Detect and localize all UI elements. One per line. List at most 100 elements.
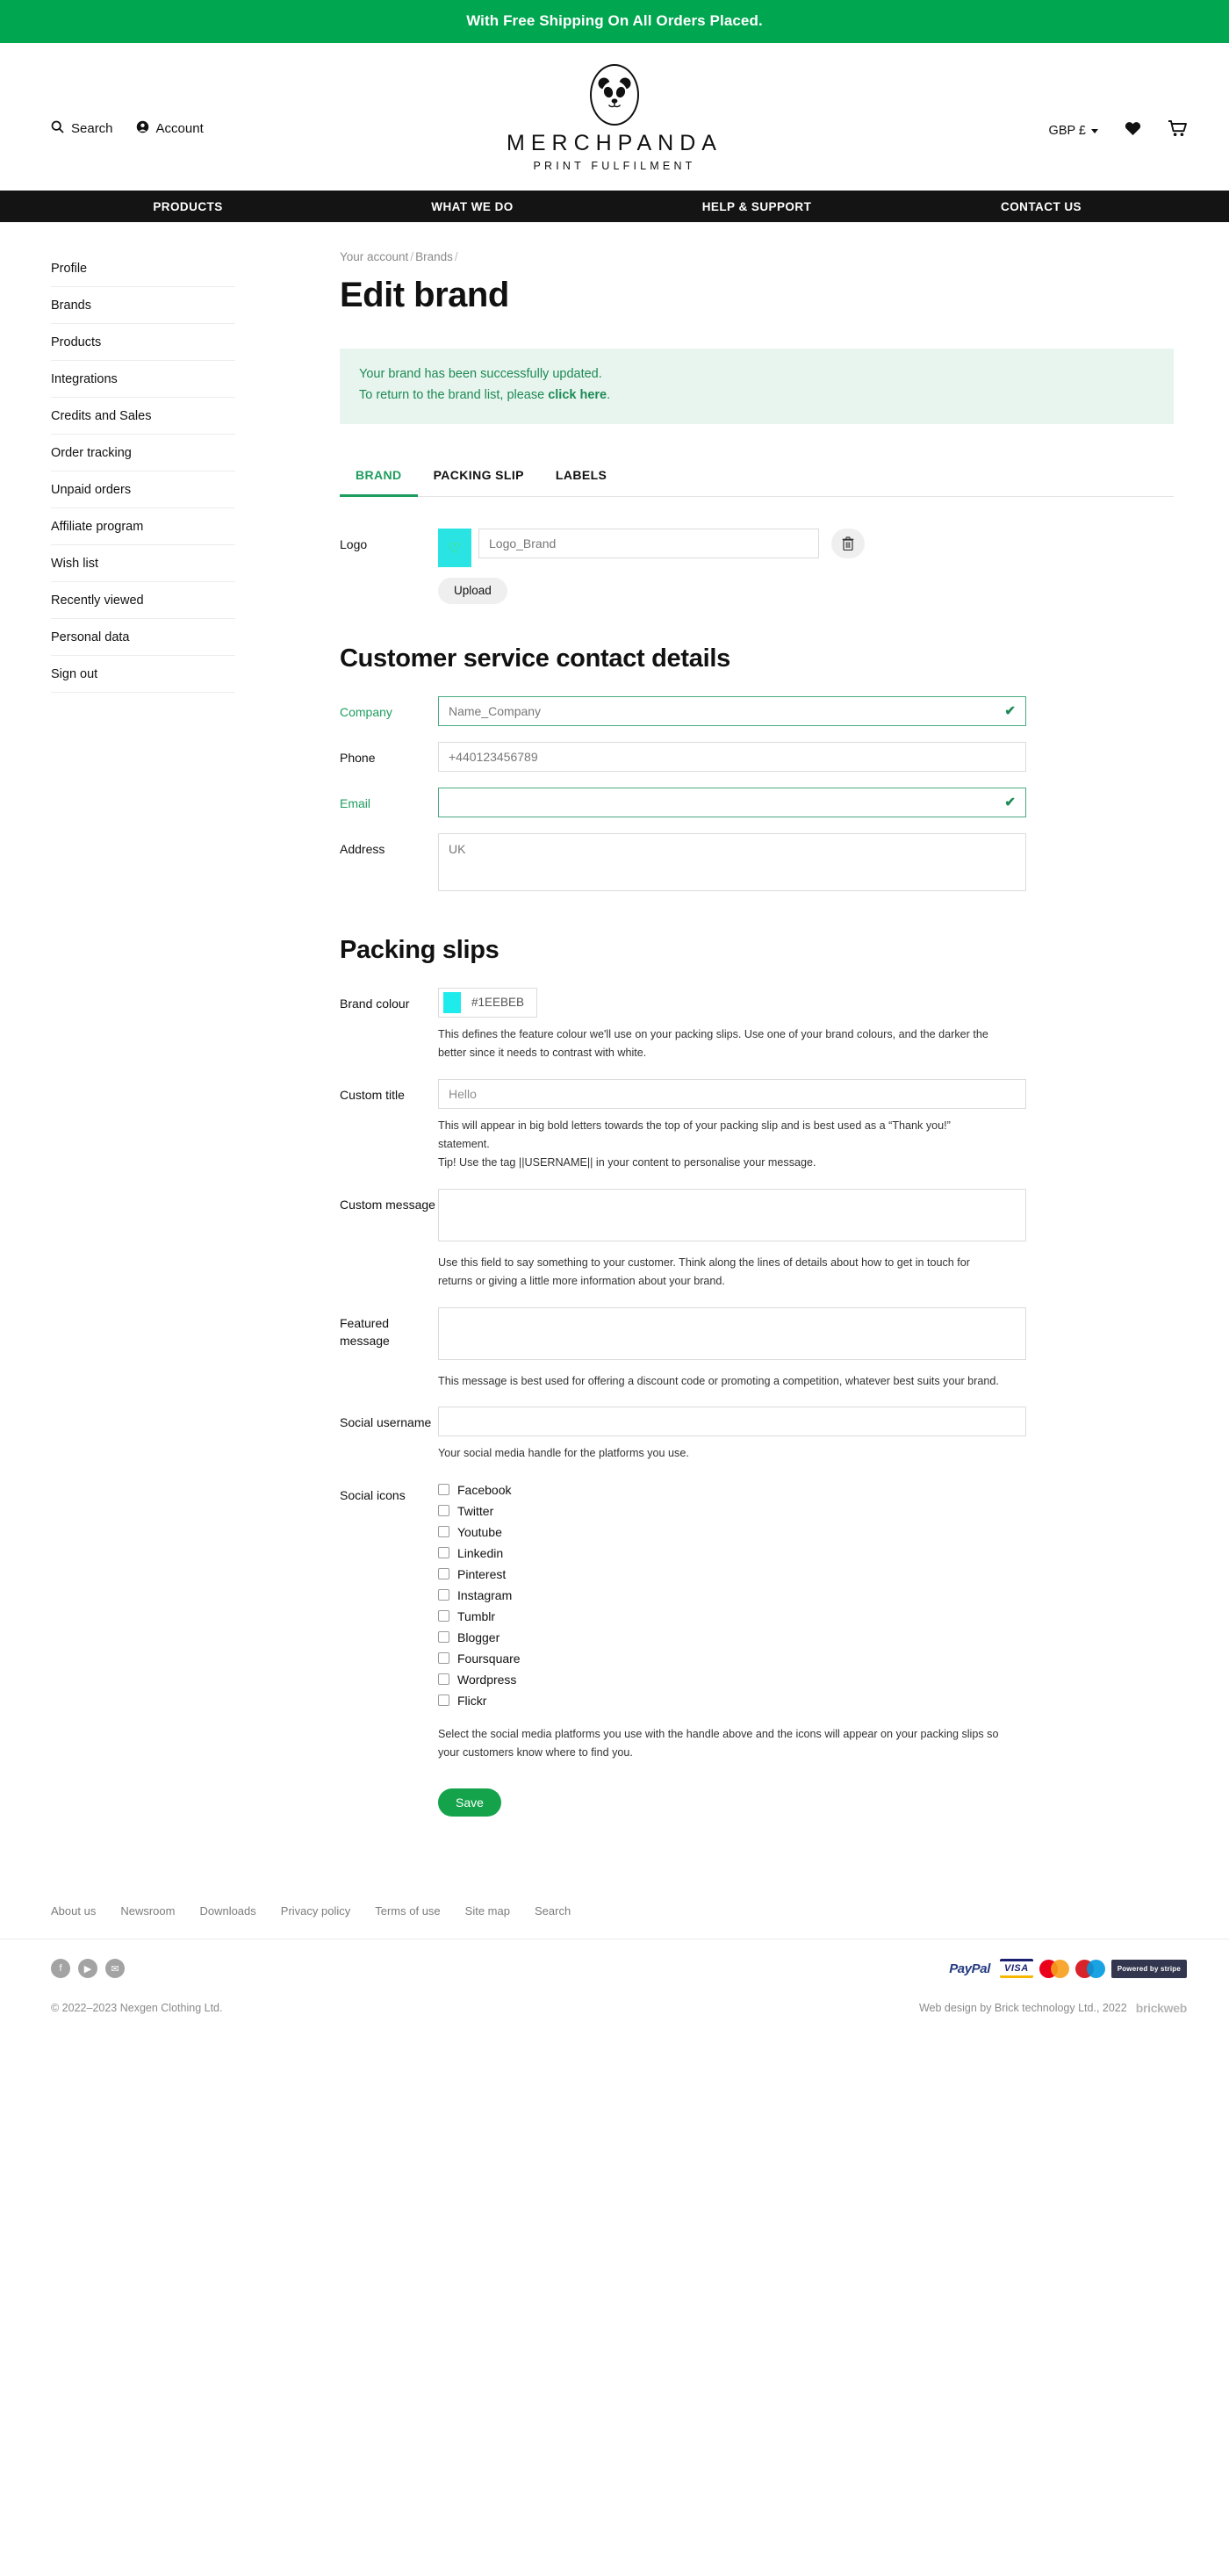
address-textarea[interactable]: UK (438, 832, 1026, 891)
checkbox-label: Linkedin (457, 1545, 504, 1560)
save-button[interactable]: Save (438, 1788, 501, 1817)
contact-section-heading: Customer service contact details (340, 644, 730, 673)
custom-message-textarea[interactable] (438, 1188, 1026, 1241)
checkbox-pinterest[interactable]: Pinterest (438, 1564, 1026, 1585)
search-button[interactable]: Search (51, 120, 113, 137)
phone-label: Phone (340, 750, 376, 765)
custom-title-label: Custom title (340, 1087, 405, 1102)
checkbox-box[interactable] (438, 1673, 449, 1685)
checkbox-box[interactable] (438, 1484, 449, 1495)
search-icon (51, 120, 64, 137)
sidebar-item-wish-list[interactable]: Wish list (51, 545, 235, 582)
cart-button[interactable] (1168, 120, 1187, 141)
checkbox-linkedin[interactable]: Linkedin (438, 1543, 1026, 1564)
logo-filename-input[interactable] (478, 528, 819, 558)
checkbox-box[interactable] (438, 1695, 449, 1706)
featured-message-textarea[interactable] (438, 1306, 1026, 1360)
checkbox-label: Foursquare (457, 1651, 521, 1666)
checkbox-wordpress[interactable]: Wordpress (438, 1669, 1026, 1690)
tab-brand[interactable]: BRAND (340, 459, 418, 497)
company-input[interactable] (438, 695, 1026, 726)
wishlist-button[interactable] (1125, 121, 1141, 140)
footer-link-site-map[interactable]: Site map (465, 1904, 510, 1918)
sidebar-item-affiliate-program[interactable]: Affiliate program (51, 508, 235, 545)
alert-click-here-link[interactable]: click here (548, 388, 607, 402)
logo-preview-thumbnail: ♡ (438, 528, 471, 567)
heart-outline-icon: ♡ (448, 541, 462, 557)
checkbox-label: Facebook (457, 1482, 512, 1497)
sidebar-item-brands[interactable]: Brands (51, 287, 235, 324)
checkbox-facebook[interactable]: Facebook (438, 1479, 1026, 1500)
success-alert: Your brand has been successfully updated… (340, 349, 1174, 424)
visa-logo: VISA (1000, 1959, 1033, 1979)
checkbox-box[interactable] (438, 1631, 449, 1643)
sidebar-item-products[interactable]: Products (51, 324, 235, 361)
sidebar-item-order-tracking[interactable]: Order tracking (51, 435, 235, 471)
featured-message-help: This message is best used for offering a… (438, 1374, 999, 1387)
facebook-icon[interactable]: f (51, 1959, 70, 1979)
nav-item-what-we-do[interactable]: WHAT WE DO (330, 191, 614, 222)
checkbox-blogger[interactable]: Blogger (438, 1627, 1026, 1648)
checkbox-label: Youtube (457, 1524, 502, 1539)
stripe-logo: Powered by stripe (1110, 1959, 1187, 1978)
nav-item-contact-us[interactable]: CONTACT US (899, 191, 1183, 222)
colour-swatch (443, 991, 461, 1013)
footer-link-terms-of-use[interactable]: Terms of use (375, 1904, 440, 1918)
checkbox-twitter[interactable]: Twitter (438, 1500, 1026, 1522)
alert-line-2-prefix: To return to the brand list, please (359, 387, 549, 402)
custom-title-input[interactable] (438, 1078, 1026, 1109)
account-button[interactable]: Account (136, 120, 204, 137)
checkbox-box[interactable] (438, 1568, 449, 1579)
checkbox-label: Pinterest (457, 1566, 507, 1581)
credit-text: Web design by Brick technology Ltd., 202… (918, 2002, 1127, 2015)
nav-item-products[interactable]: PRODUCTS (46, 191, 330, 222)
sidebar-item-recently-viewed[interactable]: Recently viewed (51, 582, 235, 619)
brand-colour-row: Brand colour #1EEBEB This defines the fe… (340, 987, 1176, 1063)
delete-logo-button[interactable] (831, 528, 865, 558)
brand-colour-picker[interactable]: #1EEBEB (438, 987, 538, 1018)
currency-selector[interactable]: GBP £ (1049, 124, 1098, 138)
tab-labels[interactable]: LABELS (540, 459, 622, 497)
checkbox-youtube[interactable]: Youtube (438, 1522, 1026, 1543)
sidebar-item-sign-out[interactable]: Sign out (51, 656, 235, 693)
site-logo[interactable]: MERCHPANDA PRINT FULFILMENT (430, 64, 799, 172)
checkbox-box[interactable] (438, 1610, 449, 1622)
sidebar-item-profile[interactable]: Profile (51, 250, 235, 287)
sidebar-item-personal-data[interactable]: Personal data (51, 619, 235, 656)
checkbox-box[interactable] (438, 1505, 449, 1516)
email-input[interactable] (438, 787, 1026, 817)
breadcrumb-your-account[interactable]: Your account (340, 250, 408, 263)
social-username-input[interactable] (438, 1407, 1026, 1437)
upload-logo-button[interactable]: Upload (438, 577, 507, 604)
checkbox-instagram[interactable]: Instagram (438, 1585, 1026, 1606)
checkbox-foursquare[interactable]: Foursquare (438, 1648, 1026, 1669)
sidebar-item-unpaid-orders[interactable]: Unpaid orders (51, 471, 235, 508)
breadcrumb-brands[interactable]: Brands (415, 250, 453, 263)
checkbox-label: Instagram (457, 1587, 513, 1602)
custom-title-help-2: Tip! Use the tag ||USERNAME|| in your co… (438, 1156, 816, 1169)
checkbox-box[interactable] (438, 1547, 449, 1558)
phone-row: Phone (340, 741, 1176, 772)
sidebar-item-integrations[interactable]: Integrations (51, 361, 235, 398)
footer-link-newsroom[interactable]: Newsroom (120, 1904, 175, 1918)
sidebar-item-credits-and-sales[interactable]: Credits and Sales (51, 398, 235, 435)
alert-line-1: Your brand has been successfully updated… (359, 367, 602, 381)
checkbox-box[interactable] (438, 1652, 449, 1664)
checkbox-box[interactable] (438, 1589, 449, 1601)
brand-colour-label: Brand colour (340, 996, 410, 1011)
phone-input[interactable] (438, 741, 1026, 772)
checkbox-tumblr[interactable]: Tumblr (438, 1606, 1026, 1627)
email-label: Email (340, 795, 371, 810)
nav-item-help-support[interactable]: HELP & SUPPORT (614, 191, 899, 222)
footer-link-privacy-policy[interactable]: Privacy policy (281, 1904, 350, 1918)
footer-link-search[interactable]: Search (535, 1904, 571, 1918)
checkbox-flickr[interactable]: Flickr (438, 1690, 1026, 1711)
youtube-icon[interactable]: ▶ (78, 1959, 97, 1979)
checkbox-box[interactable] (438, 1526, 449, 1537)
footer-link-downloads[interactable]: Downloads (199, 1904, 255, 1918)
email-icon[interactable]: ✉ (105, 1959, 125, 1979)
footer-link-about-us[interactable]: About us (51, 1904, 96, 1918)
brickweb-logo: brickweb (1135, 2001, 1188, 2016)
social-icons-help: Select the social media platforms you us… (438, 1727, 999, 1759)
tab-packing-slip[interactable]: PACKING SLIP (418, 459, 540, 497)
